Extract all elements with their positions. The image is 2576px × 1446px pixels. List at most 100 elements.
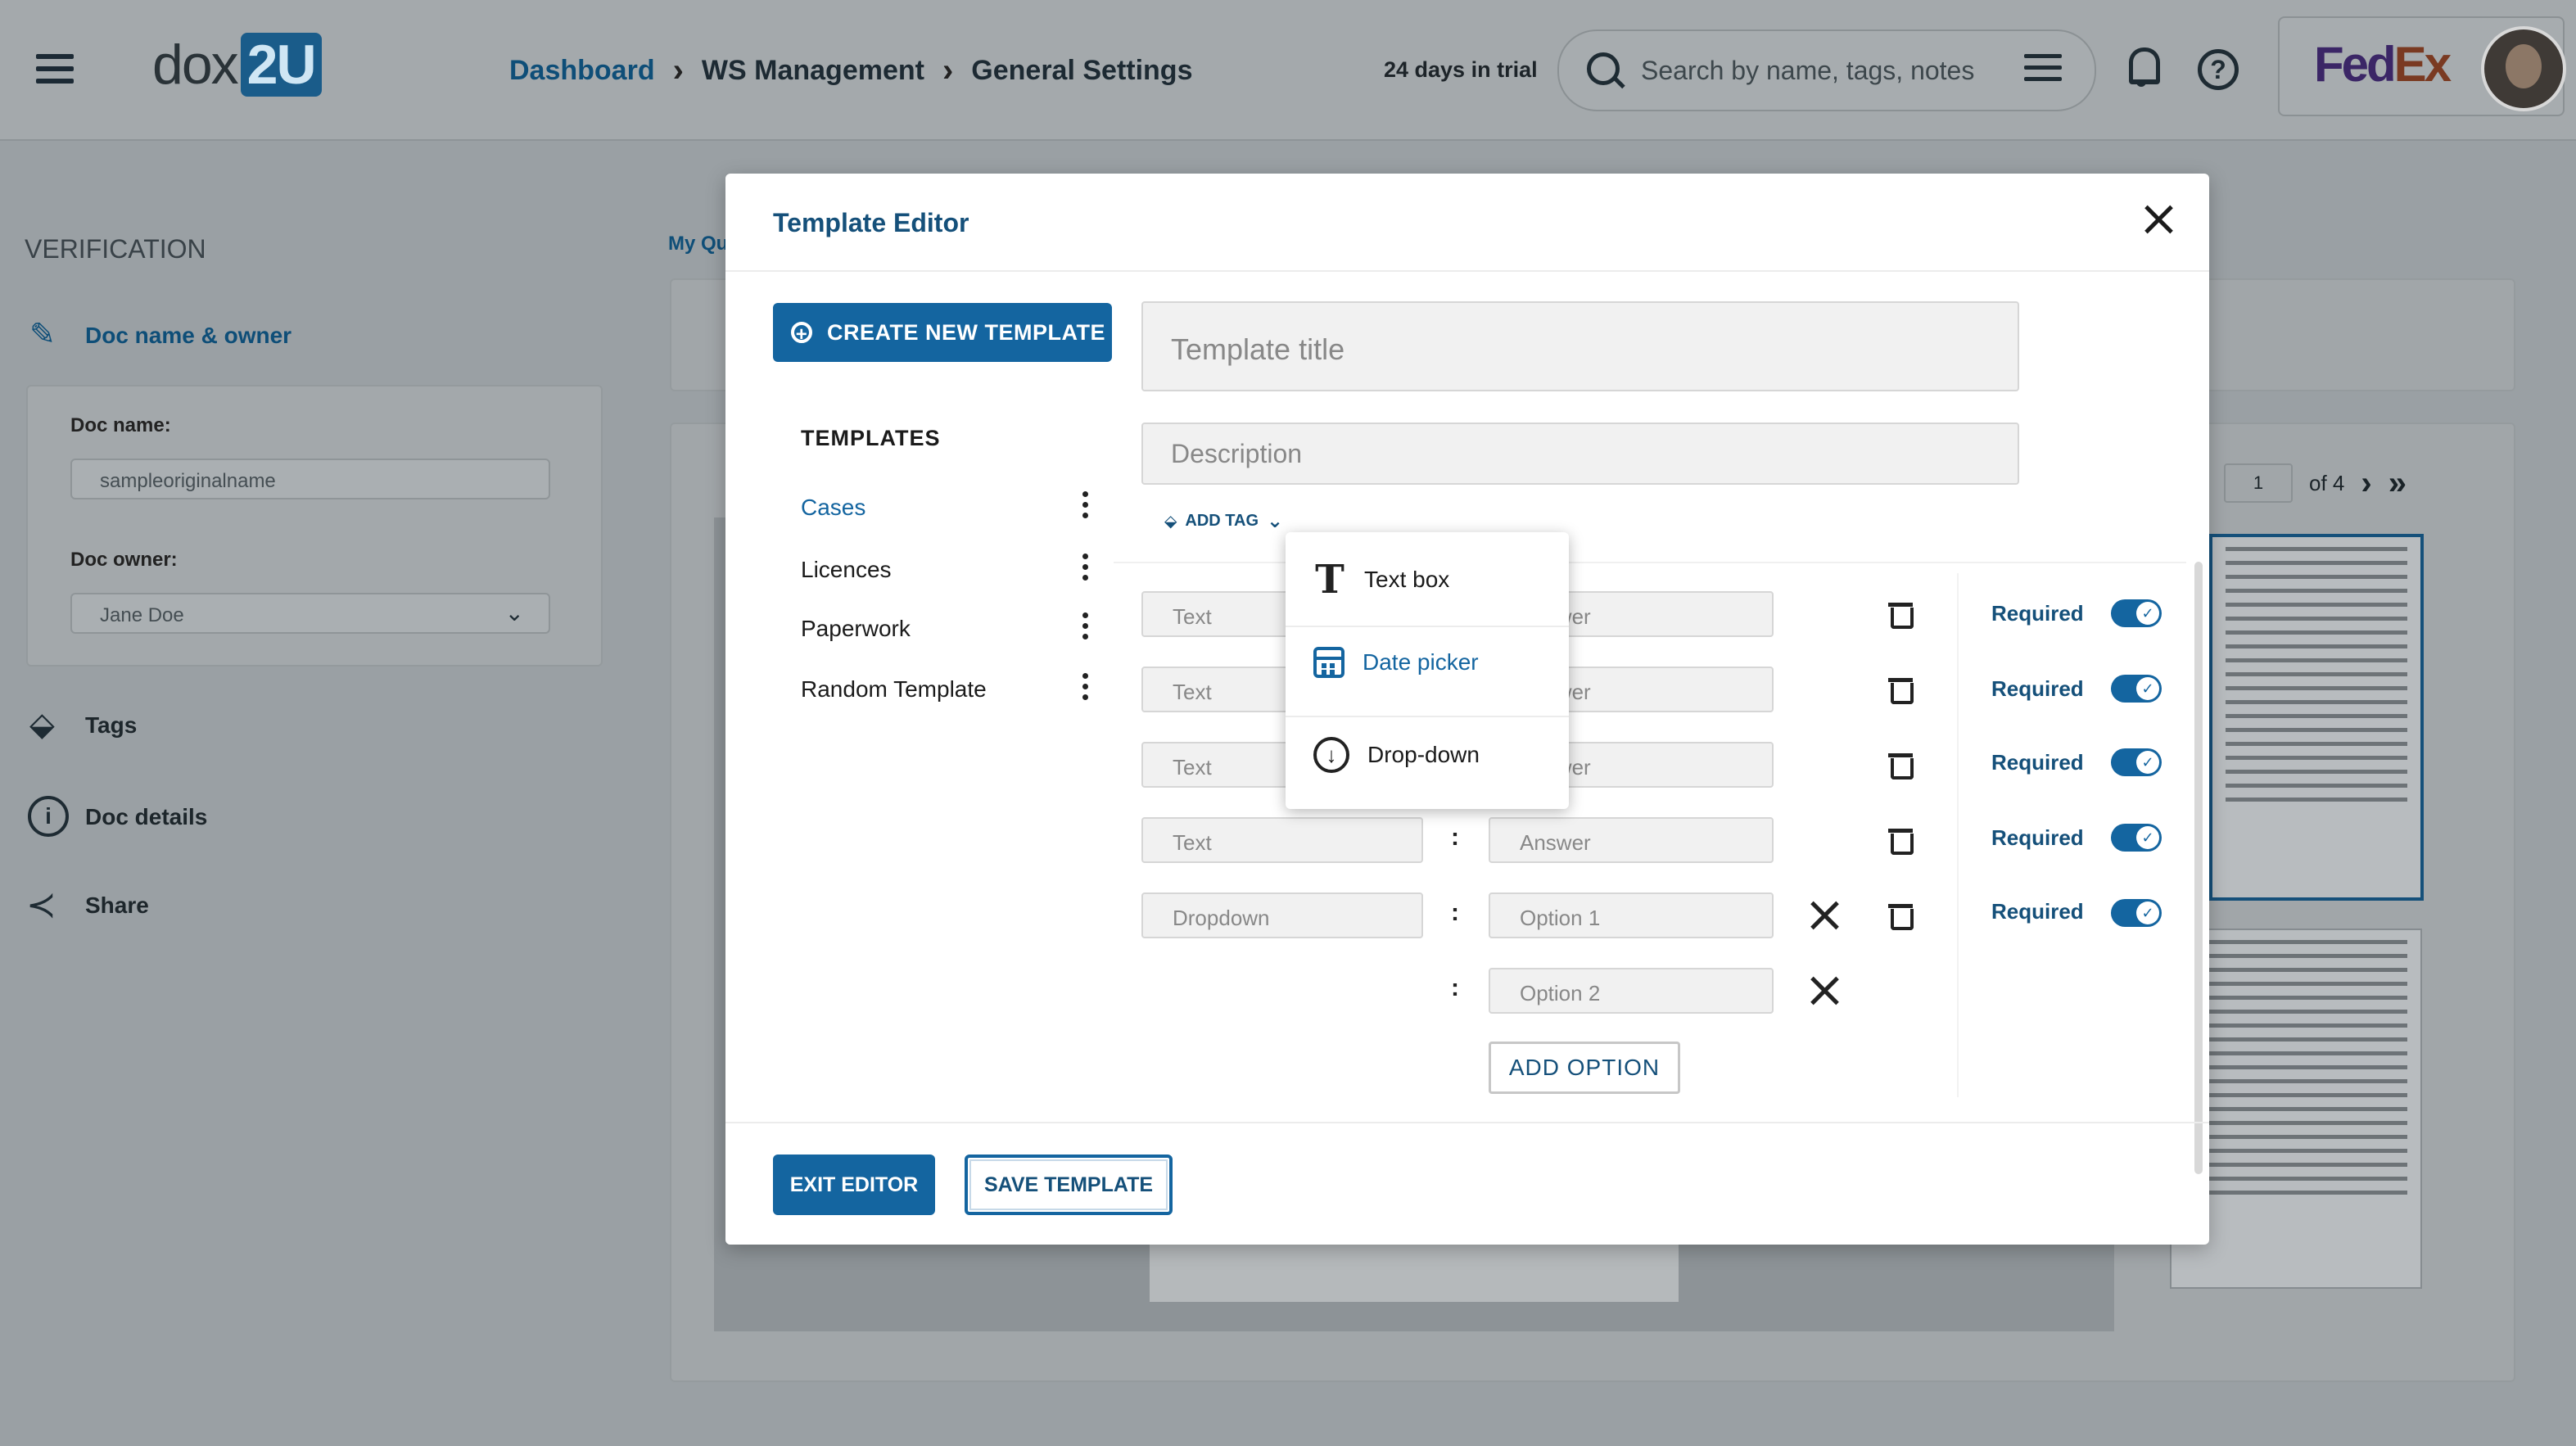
bell-icon[interactable]: [2126, 47, 2160, 87]
template-item-licences[interactable]: Licences: [801, 557, 892, 583]
separator-colon: :: [1451, 974, 1459, 1001]
tag-icon: ⬙: [1164, 513, 1177, 531]
option-input[interactable]: Option 1: [1489, 892, 1774, 938]
required-toggle[interactable]: [2111, 899, 2162, 927]
field-type-input[interactable]: Text: [1141, 817, 1423, 863]
doc-owner-label: Doc owner:: [70, 549, 178, 571]
trash-icon[interactable]: [1888, 901, 1914, 930]
divider: [725, 1122, 2209, 1123]
trash-icon[interactable]: [1888, 825, 1914, 855]
doc-name-field[interactable]: sampleoriginalname: [70, 459, 550, 499]
required-label: Required: [1991, 750, 2084, 775]
trash-icon[interactable]: [1888, 675, 1914, 704]
logo-suffix: 2U: [240, 33, 322, 97]
description-input[interactable]: Description: [1141, 423, 2019, 485]
required-toggle[interactable]: [2111, 824, 2162, 852]
close-icon[interactable]: [2142, 203, 2175, 236]
breadcrumb-dashboard[interactable]: Dashboard: [509, 55, 655, 87]
app-logo[interactable]: dox 2U: [152, 33, 322, 97]
template-item-cases[interactable]: Cases: [801, 495, 865, 521]
required-toggle[interactable]: [2111, 748, 2162, 776]
help-icon[interactable]: ?: [2198, 49, 2239, 90]
more-vertical-icon[interactable]: [1082, 491, 1089, 523]
option-input[interactable]: Option 2: [1489, 968, 1774, 1014]
add-option-button[interactable]: ADD OPTION: [1489, 1042, 1680, 1094]
save-template-button[interactable]: SAVE TEMPLATE: [965, 1155, 1173, 1215]
separator-colon: :: [1451, 899, 1459, 926]
sidebar-item-share[interactable]: Share: [85, 892, 149, 919]
top-bar: [0, 0, 2576, 141]
more-vertical-icon[interactable]: [1082, 554, 1089, 585]
template-item-paperwork[interactable]: Paperwork: [801, 616, 911, 642]
doc-owner-select[interactable]: Jane Doe ⌄: [70, 593, 550, 634]
next-page-icon[interactable]: ›: [2361, 465, 2371, 502]
chevron-right-icon: ›: [942, 52, 954, 88]
search-icon: [1587, 52, 1620, 85]
avatar[interactable]: [2481, 26, 2566, 111]
sidebar-item-doc-name-owner[interactable]: Doc name & owner: [85, 323, 291, 349]
field-type-input[interactable]: Dropdown: [1141, 892, 1423, 938]
pencil-icon: ✎: [29, 318, 56, 352]
required-toggle[interactable]: [2111, 675, 2162, 703]
menu-item-text-box[interactable]: T Text box: [1313, 557, 1449, 603]
search-input[interactable]: Search by name, tags, notes: [1641, 56, 1974, 86]
more-vertical-icon[interactable]: [1082, 673, 1089, 705]
breadcrumb-ws-management[interactable]: WS Management: [702, 55, 924, 87]
template-title-input[interactable]: Template title: [1141, 301, 2019, 391]
add-tag-button[interactable]: ⬙ ADD TAG ⌄: [1164, 509, 1283, 533]
sidebar-item-tags[interactable]: Tags: [85, 712, 137, 739]
trash-icon[interactable]: [1888, 750, 1914, 779]
exit-editor-button[interactable]: EXIT EDITOR: [773, 1155, 935, 1215]
breadcrumb-general-settings: General Settings: [971, 55, 1193, 86]
pagination: 1 of 4 › »: [2224, 463, 2407, 503]
breadcrumb: Dashboard › WS Management › General Sett…: [509, 52, 1193, 89]
add-tag-label: ADD TAG: [1185, 512, 1259, 530]
sidebar-item-doc-details[interactable]: Doc details: [85, 804, 207, 830]
divider: [1286, 626, 1569, 627]
company-logo-part-2: Ex: [2393, 37, 2452, 92]
required-label: Required: [1991, 676, 2084, 701]
menu-item-label: Date picker: [1363, 649, 1479, 675]
menu-item-date-picker[interactable]: Date picker: [1313, 647, 1479, 678]
template-item-random-template[interactable]: Random Template: [801, 676, 987, 703]
required-toggle[interactable]: [2111, 599, 2162, 627]
separator-colon: :: [1451, 824, 1459, 851]
info-icon: i: [28, 796, 69, 837]
my-queue-link[interactable]: My Qu: [668, 233, 728, 255]
field-answer-input[interactable]: Answer: [1489, 817, 1774, 863]
company-logo-part-1: Fed: [2314, 37, 2397, 92]
doc-owner-value: Jane Doe: [100, 604, 184, 626]
scrollbar[interactable]: [2194, 562, 2203, 1174]
chevron-down-icon: ⌄: [1267, 510, 1284, 532]
plus-circle-icon: +: [791, 322, 812, 345]
company-logo: FedEx: [2314, 36, 2452, 93]
divider: [725, 270, 2209, 272]
sidebar-section-title: VERIFICATION: [25, 234, 206, 264]
calendar-icon: [1313, 647, 1344, 678]
page-number-input[interactable]: 1: [2224, 463, 2293, 503]
create-new-template-button[interactable]: + CREATE NEW TEMPLATE: [773, 303, 1112, 362]
more-vertical-icon[interactable]: [1082, 612, 1089, 644]
remove-option-icon[interactable]: [1810, 901, 1839, 930]
divider: [1957, 573, 1959, 1097]
page-thumbnail[interactable]: [2209, 534, 2424, 901]
chevron-down-icon: ⌄: [504, 600, 524, 626]
logo-text: dox: [152, 34, 239, 96]
filter-icon[interactable]: [2024, 54, 2062, 87]
modal-title: Template Editor: [773, 208, 969, 237]
required-label: Required: [1991, 601, 2084, 626]
create-new-template-label: CREATE NEW TEMPLATE: [827, 319, 1105, 345]
chevron-right-icon: ›: [672, 52, 684, 88]
menu-icon[interactable]: [36, 54, 74, 84]
dropdown-circle-icon: ↓: [1313, 737, 1349, 773]
menu-item-label: Drop-down: [1367, 742, 1480, 767]
menu-item-drop-down[interactable]: ↓ Drop-down: [1313, 737, 1480, 773]
tag-icon: ⬙: [29, 707, 55, 743]
trial-badge: 24 days in trial: [1384, 57, 1538, 82]
trash-icon[interactable]: [1888, 599, 1914, 629]
search-bar[interactable]: Search by name, tags, notes: [1557, 29, 2096, 111]
required-label: Required: [1991, 899, 2084, 924]
page-total: of 4: [2309, 470, 2345, 495]
last-page-icon[interactable]: »: [2388, 465, 2407, 502]
remove-option-icon[interactable]: [1810, 976, 1839, 1005]
